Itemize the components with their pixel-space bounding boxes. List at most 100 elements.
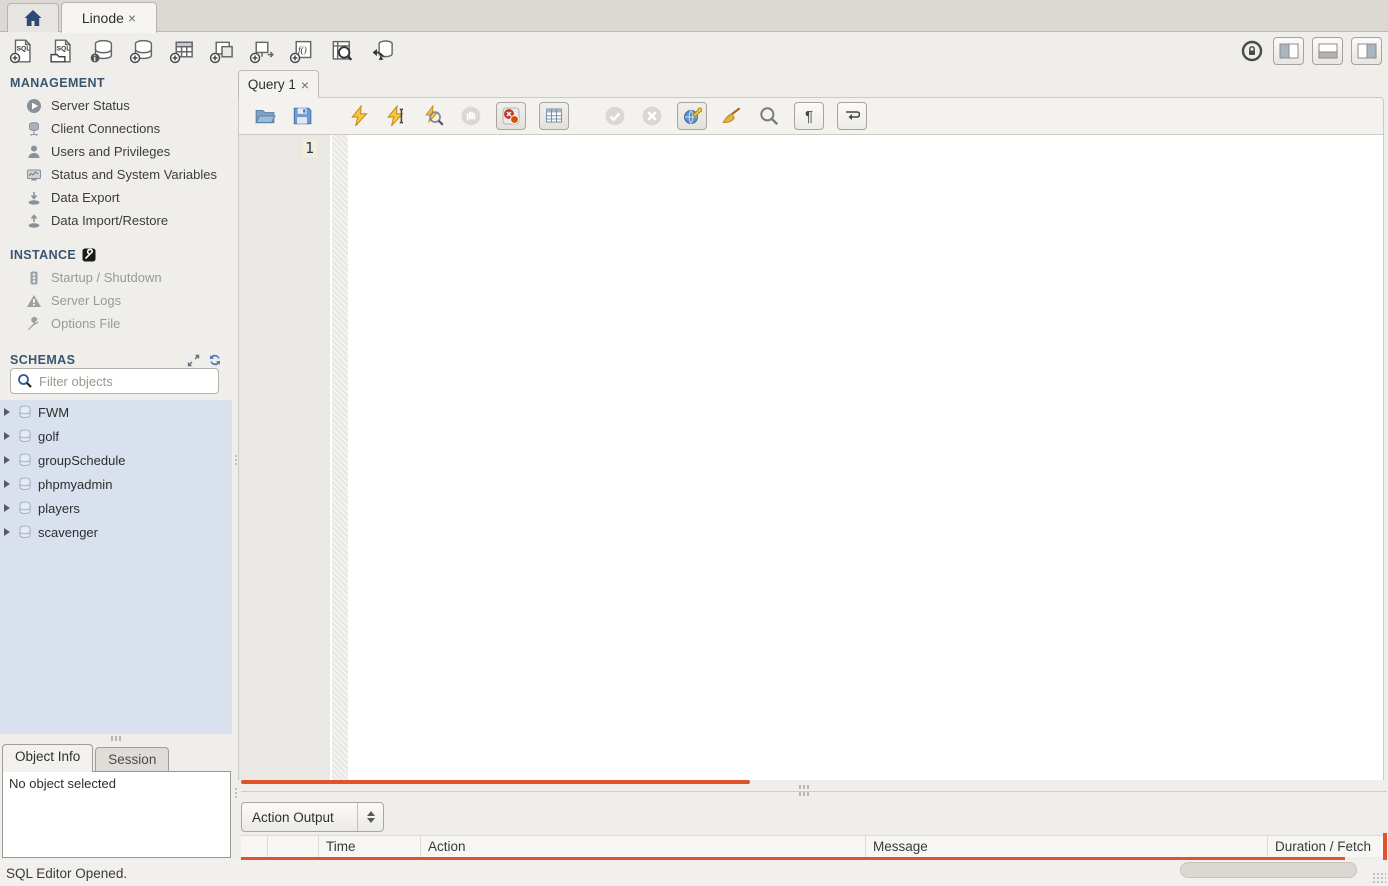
toggle-autocommit-button[interactable] bbox=[677, 102, 707, 130]
open-sql-script-icon[interactable]: SQL bbox=[48, 38, 75, 65]
refresh-icon[interactable] bbox=[208, 353, 222, 367]
new-query-tab-icon[interactable]: SQL bbox=[8, 38, 35, 65]
schema-item-scavenger[interactable]: scavenger bbox=[0, 520, 232, 544]
window-resize-grip[interactable] bbox=[1372, 872, 1386, 884]
item-label: Users and Privileges bbox=[51, 144, 170, 159]
expander-icon[interactable] bbox=[4, 528, 10, 536]
schema-item-phpmyadmin[interactable]: phpmyadmin bbox=[0, 472, 232, 496]
sidebar-item-server-status[interactable]: Server Status bbox=[0, 94, 232, 117]
sidebar-item-startup-shutdown[interactable]: Startup / Shutdown bbox=[0, 266, 232, 289]
management-section-header: MANAGEMENT bbox=[0, 70, 232, 94]
info-panel-tabs: Object Info Session bbox=[2, 744, 169, 772]
sql-code-editor[interactable]: 1 bbox=[238, 135, 1384, 780]
save-script-icon[interactable] bbox=[290, 104, 314, 128]
home-icon bbox=[23, 9, 43, 27]
instance-section-header: INSTANCE bbox=[0, 242, 232, 266]
create-view-icon[interactable] bbox=[208, 38, 235, 65]
find-icon[interactable] bbox=[757, 104, 781, 128]
column-index[interactable] bbox=[268, 836, 319, 857]
splitter-handle[interactable] bbox=[235, 455, 237, 465]
output-vertical-scrollbar[interactable] bbox=[1383, 833, 1387, 860]
connection-tab[interactable]: Linode × bbox=[61, 2, 157, 33]
main-toolbar-right bbox=[1238, 37, 1388, 65]
sidebar-item-client-connections[interactable]: Client Connections bbox=[0, 117, 232, 140]
tab-label: Object Info bbox=[15, 749, 80, 764]
schema-icon bbox=[17, 476, 33, 492]
toggle-right-panel-button[interactable] bbox=[1351, 37, 1382, 65]
toggle-stop-on-error-button[interactable] bbox=[496, 102, 526, 130]
column-time[interactable]: Time bbox=[319, 836, 421, 857]
create-function-icon[interactable]: f() bbox=[288, 38, 315, 65]
limit-rows-button[interactable] bbox=[539, 102, 569, 130]
schemas-title: SCHEMAS bbox=[10, 353, 75, 367]
toggle-wrap-button[interactable] bbox=[837, 102, 867, 130]
splitter-handle[interactable] bbox=[235, 788, 237, 798]
sidebar-item-users-privileges[interactable]: Users and Privileges bbox=[0, 140, 232, 163]
schema-item-golf[interactable]: golf bbox=[0, 424, 232, 448]
explain-icon[interactable] bbox=[422, 104, 446, 128]
toggle-left-panel-button[interactable] bbox=[1273, 37, 1304, 65]
sidebar-item-server-logs[interactable]: Server Logs bbox=[0, 289, 232, 312]
schema-filter-input[interactable] bbox=[39, 374, 215, 389]
execute-icon[interactable] bbox=[348, 104, 372, 128]
schema-item-groupSchedule[interactable]: groupSchedule bbox=[0, 448, 232, 472]
query-tab[interactable]: Query 1 × bbox=[238, 70, 319, 98]
close-icon[interactable]: × bbox=[301, 78, 309, 92]
output-view-select[interactable]: Action Output bbox=[241, 802, 384, 832]
svg-text:SQL: SQL bbox=[16, 45, 30, 52]
commit-icon bbox=[603, 104, 627, 128]
wrench-badge-icon bbox=[82, 248, 96, 262]
column-duration-fetch[interactable]: Duration / Fetch bbox=[1268, 836, 1387, 857]
output-splitter-handle[interactable] bbox=[799, 785, 809, 796]
create-table-icon[interactable] bbox=[168, 38, 195, 65]
sidebar-item-options-file[interactable]: Options File bbox=[0, 312, 232, 335]
search-table-data-icon[interactable] bbox=[328, 38, 355, 65]
sidebar-item-system-variables[interactable]: Status and System Variables bbox=[0, 163, 232, 186]
expander-icon[interactable] bbox=[4, 432, 10, 440]
tab-session[interactable]: Session bbox=[95, 747, 169, 772]
expander-icon[interactable] bbox=[4, 480, 10, 488]
schema-name: phpmyadmin bbox=[38, 477, 112, 492]
rollback-icon bbox=[640, 104, 664, 128]
schema-tree: FWM golf groupSchedule phpmyadmin player… bbox=[0, 400, 232, 734]
open-script-icon[interactable] bbox=[253, 104, 277, 128]
create-schema-icon[interactable] bbox=[128, 38, 155, 65]
execute-current-icon[interactable] bbox=[385, 104, 409, 128]
toggle-bottom-panel-button[interactable] bbox=[1312, 37, 1343, 65]
schema-inspector-icon[interactable]: i bbox=[88, 38, 115, 65]
toggle-invisibles-button[interactable]: ¶ bbox=[794, 102, 824, 130]
statusbar-scroll-thumb[interactable] bbox=[1180, 862, 1357, 878]
close-icon[interactable]: × bbox=[128, 11, 136, 25]
create-procedure-icon[interactable] bbox=[248, 38, 275, 65]
connection-tab-label: Linode bbox=[82, 10, 124, 26]
column-message[interactable]: Message bbox=[866, 836, 1268, 857]
select-spinner-icon[interactable] bbox=[357, 803, 383, 831]
item-label: Options File bbox=[51, 316, 120, 331]
sidebar-item-data-import[interactable]: Data Import/Restore bbox=[0, 209, 232, 232]
item-label: Client Connections bbox=[51, 121, 160, 136]
reconnect-dbms-icon[interactable] bbox=[368, 38, 395, 65]
column-action[interactable]: Action bbox=[421, 836, 866, 857]
connection-lock-icon bbox=[1238, 38, 1265, 65]
users-icon bbox=[26, 144, 42, 160]
server-logs-icon bbox=[26, 293, 42, 309]
tab-object-info[interactable]: Object Info bbox=[2, 744, 93, 772]
expander-icon[interactable] bbox=[4, 504, 10, 512]
sidebar-item-data-export[interactable]: Data Export bbox=[0, 186, 232, 209]
schema-item-players[interactable]: players bbox=[0, 496, 232, 520]
expander-icon[interactable] bbox=[4, 408, 10, 416]
schema-item-FWM[interactable]: FWM bbox=[0, 400, 232, 424]
expand-icon[interactable] bbox=[187, 354, 200, 367]
item-label: Startup / Shutdown bbox=[51, 270, 162, 285]
client-connections-icon bbox=[26, 121, 42, 137]
pilcrow-icon: ¶ bbox=[805, 108, 813, 125]
editor-horizontal-scrollbar[interactable] bbox=[241, 780, 750, 784]
schema-name: scavenger bbox=[38, 525, 98, 540]
column-status[interactable] bbox=[241, 836, 268, 857]
column-label: Time bbox=[326, 839, 356, 854]
schema-name: FWM bbox=[38, 405, 69, 420]
home-tab[interactable] bbox=[7, 3, 59, 32]
info-panel-resize-handle[interactable] bbox=[0, 734, 232, 742]
expander-icon[interactable] bbox=[4, 456, 10, 464]
beautify-icon[interactable] bbox=[720, 104, 744, 128]
